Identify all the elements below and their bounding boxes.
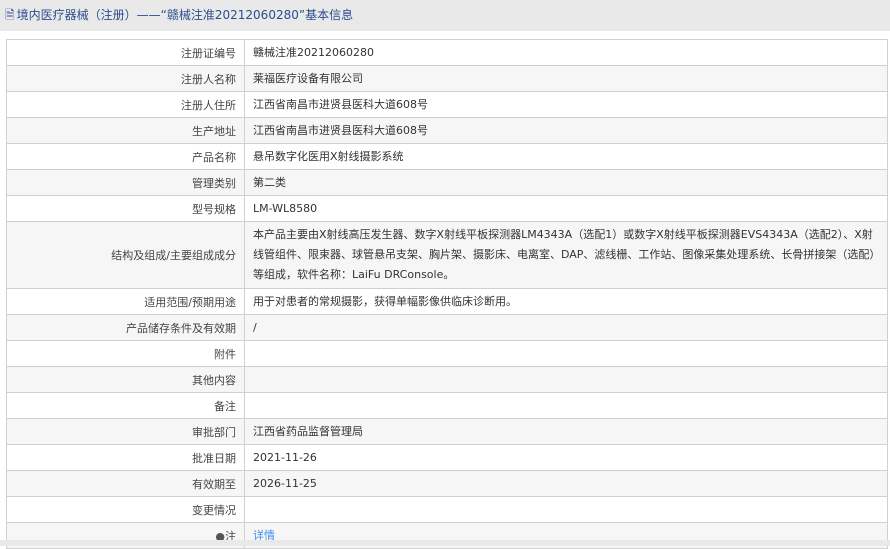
field-label: 有效期至 (6, 470, 245, 497)
field-value: 2026-11-25 (244, 470, 888, 497)
info-table: 注册证编号 赣械注准20212060280 注册人名称 莱福医疗设备有限公司 注册人住所… (6, 39, 888, 549)
page-title: 境内医疗器械（注册）——“赣械注准20212060280”基本信息 (16, 8, 354, 22)
field-value: 悬吊数字化医用X射线摄影系统 (244, 143, 888, 170)
field-label: 生产地址 (6, 117, 245, 144)
field-label: 管理类别 (6, 169, 245, 196)
field-label: 其他内容 (6, 366, 245, 393)
field-value: 2021-11-26 (244, 444, 888, 471)
field-value (244, 366, 888, 393)
footer-bar (0, 540, 890, 546)
field-label: 注册人住所 (6, 91, 245, 118)
table-row: 审批部门 江西省药品监督管理局 (6, 418, 888, 445)
field-label: 结构及组成/主要组成成分 (6, 221, 245, 289)
document-icon: 🗎 (5, 8, 15, 22)
field-value: LM-WL8580 (244, 195, 888, 222)
field-value: 第二类 (244, 169, 888, 196)
field-label: 注册人名称 (6, 65, 245, 92)
table-row: 变更情况 (6, 496, 888, 523)
field-value (244, 340, 888, 367)
field-label: 备注 (6, 392, 245, 419)
table-row: 注册证编号 赣械注准20212060280 (6, 39, 888, 66)
field-value: 本产品主要由X射线高压发生器、数字X射线平板探测器LM4343A（选配1）或数字… (244, 221, 888, 289)
field-value: 江西省药品监督管理局 (244, 418, 888, 445)
table-row: 注册人名称 莱福医疗设备有限公司 (6, 65, 888, 92)
field-label: 注册证编号 (6, 39, 245, 66)
field-label: 变更情况 (6, 496, 245, 523)
table-row: 管理类别 第二类 (6, 169, 888, 196)
page-header: 🗎 境内医疗器械（注册）——“赣械注准20212060280”基本信息 (0, 0, 890, 31)
table-row: 附件 (6, 340, 888, 367)
field-label: 附件 (6, 340, 245, 367)
field-label: 产品名称 (6, 143, 245, 170)
table-row: 产品名称 悬吊数字化医用X射线摄影系统 (6, 143, 888, 170)
table-row: 适用范围/预期用途 用于对患者的常规摄影，获得单幅影像供临床诊断用。 (6, 288, 888, 315)
field-value: 赣械注准20212060280 (244, 39, 888, 66)
field-value: 江西省南昌市进贤县医科大道608号 (244, 91, 888, 118)
field-value (244, 392, 888, 419)
table-row: 备注 (6, 392, 888, 419)
table-row: 产品储存条件及有效期 / (6, 314, 888, 341)
field-value: 江西省南昌市进贤县医科大道608号 (244, 117, 888, 144)
table-row: 其他内容 (6, 366, 888, 393)
field-label: 产品储存条件及有效期 (6, 314, 245, 341)
field-value: / (244, 314, 888, 341)
field-label: 适用范围/预期用途 (6, 288, 245, 315)
field-value: 用于对患者的常规摄影，获得单幅影像供临床诊断用。 (244, 288, 888, 315)
field-label: 批准日期 (6, 444, 245, 471)
table-row: 批准日期 2021-11-26 (6, 444, 888, 471)
field-value (244, 496, 888, 523)
field-value: 莱福医疗设备有限公司 (244, 65, 888, 92)
table-row: 生产地址 江西省南昌市进贤县医科大道608号 (6, 117, 888, 144)
table-row: 注册人住所 江西省南昌市进贤县医科大道608号 (6, 91, 888, 118)
table-row: 型号规格 LM-WL8580 (6, 195, 888, 222)
table-row: 结构及组成/主要组成成分 本产品主要由X射线高压发生器、数字X射线平板探测器LM4… (6, 221, 888, 289)
field-label: 型号规格 (6, 195, 245, 222)
table-row: 有效期至 2026-11-25 (6, 470, 888, 497)
field-label: 审批部门 (6, 418, 245, 445)
